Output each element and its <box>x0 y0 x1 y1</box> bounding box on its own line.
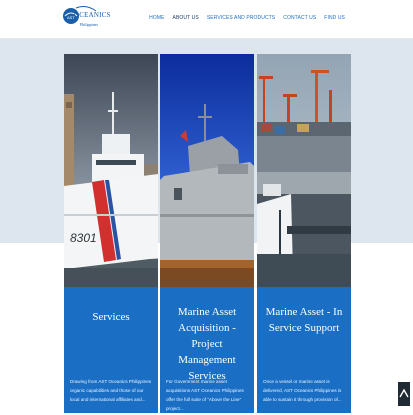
nav-contact-us[interactable]: CONTACT US <box>283 15 316 21</box>
site-header: AST OCEANICS Philippines HOME ABOUT US S… <box>0 0 413 39</box>
card-project-management[interactable]: Marine Asset Acquisition - Project Manag… <box>160 54 254 413</box>
card-project-management-panel: Marine Asset Acquisition - Project Manag… <box>160 287 254 413</box>
main-nav: HOME ABOUT US SERVICES AND PRODUCTS CONT… <box>149 15 345 21</box>
nav-about-us[interactable]: ABOUT US <box>173 15 199 21</box>
card-services-text: Drawing from AST Oceanics Philippines or… <box>70 379 152 402</box>
service-cards: 8301 Services Drawing from AST Oceanics … <box>64 54 351 413</box>
logo-wordmark: OCEANICS <box>74 11 111 19</box>
card-in-service-support-text: Once a vessel or marine asset is deliver… <box>263 379 342 402</box>
card-services[interactable]: 8301 Services Drawing from AST Oceanics … <box>64 54 158 413</box>
logo-subtitle: Philippines <box>80 22 99 27</box>
chevron-up-icon <box>399 388 409 398</box>
card-project-management-text: For Government marine asset acquisitions… <box>166 379 244 411</box>
card-services-title[interactable]: Services <box>68 309 154 325</box>
nav-home[interactable]: HOME <box>149 15 164 21</box>
hull-number-text: 8301 <box>70 231 97 245</box>
card-in-service-support-panel: Marine Asset - In Service Support Once a… <box>257 287 351 413</box>
card-services-panel: Services Drawing from AST Oceanics Phili… <box>64 287 158 413</box>
scroll-to-top-button[interactable] <box>398 382 410 406</box>
port-vessel-image <box>257 54 351 287</box>
card-in-service-support[interactable]: Marine Asset - In Service Support Once a… <box>257 54 351 413</box>
nav-services-and-products[interactable]: SERVICES AND PRODUCTS <box>207 15 275 21</box>
company-logo[interactable]: AST OCEANICS Philippines <box>62 2 111 34</box>
card-project-management-title[interactable]: Marine Asset Acquisition - Project Manag… <box>164 304 250 384</box>
navy-ship-image <box>160 54 254 287</box>
card-in-service-support-title[interactable]: Marine Asset - In Service Support <box>261 304 347 336</box>
coast-guard-vessel-image: 8301 <box>64 54 158 287</box>
nav-find-us[interactable]: FIND US <box>324 15 345 21</box>
